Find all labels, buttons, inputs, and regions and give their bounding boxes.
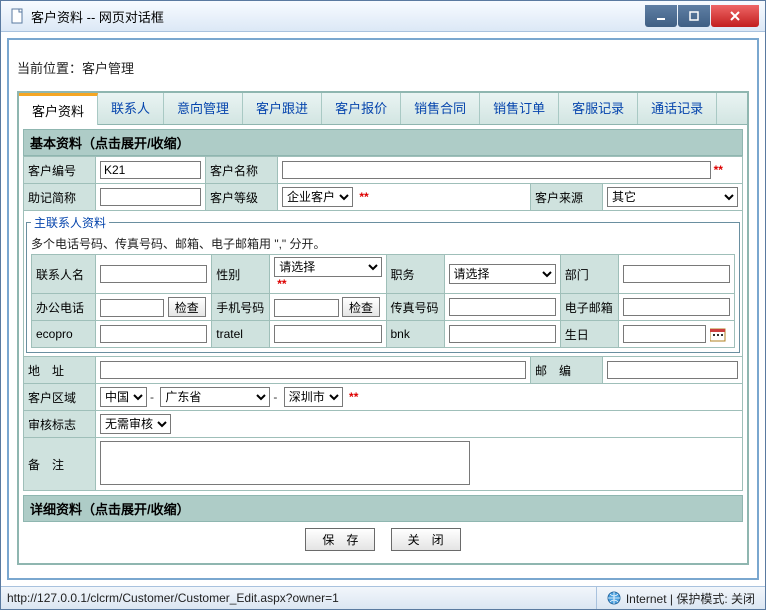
label-remark: 备 注	[24, 438, 96, 491]
calendar-icon[interactable]	[710, 327, 726, 342]
statusbar: http://127.0.0.1/clcrm/Customer/Customer…	[1, 586, 765, 609]
label-source: 客户来源	[530, 184, 602, 211]
status-security: Internet | 保护模式: 关闭	[596, 587, 765, 609]
document-icon	[11, 8, 25, 24]
breadcrumb-value: 客户管理	[82, 61, 134, 76]
globe-icon	[607, 591, 621, 605]
label-fax: 传真号码	[386, 294, 444, 321]
client-area: 当前位置：客户管理 客户资料 联系人 意向管理 客户跟进 客户报价 销售合同 销…	[1, 32, 765, 586]
titlebar: 客户资料 -- 网页对话框	[1, 1, 765, 32]
fax-input[interactable]	[449, 298, 556, 316]
label-contact-name: 联系人名	[32, 255, 96, 294]
contact-table: 联系人名 性别 请选择** 职务 请选择 部门	[31, 254, 735, 348]
section-basic-header[interactable]: 基本资料（点击展开/收缩）	[23, 129, 743, 156]
label-office-phone: 办公电话	[32, 294, 96, 321]
tab-followup[interactable]: 客户跟进	[243, 93, 322, 124]
ecopro-input[interactable]	[100, 325, 207, 343]
label-email: 电子邮箱	[560, 294, 618, 321]
tab-customer-info[interactable]: 客户资料	[19, 93, 98, 125]
remark-textarea[interactable]	[100, 441, 470, 485]
window-controls	[644, 5, 759, 27]
tab-contract[interactable]: 销售合同	[401, 93, 480, 124]
status-security-text: Internet | 保护模式: 关闭	[626, 590, 755, 607]
region-city-select[interactable]: 深圳市	[284, 387, 343, 407]
tab-call-log[interactable]: 通话记录	[638, 93, 717, 124]
label-region: 客户区域	[24, 384, 96, 411]
region-country-select[interactable]: 中国	[100, 387, 147, 407]
mnemonic-input[interactable]	[100, 188, 201, 206]
cust-name-input[interactable]	[282, 161, 711, 179]
label-bnk: bnk	[386, 321, 444, 348]
label-ecopro: ecopro	[32, 321, 96, 348]
tab-intention[interactable]: 意向管理	[164, 93, 243, 124]
region-province-select[interactable]: 广东省	[160, 387, 270, 407]
contact-legend: 主联系人资料	[31, 214, 109, 231]
breadcrumb: 当前位置：客户管理	[9, 40, 757, 85]
tab-content: 基本资料（点击展开/收缩） 客户编号 客户名称 ** 助记简称 客户等级	[17, 125, 749, 565]
label-gender: 性别	[212, 255, 270, 294]
label-mobile: 手机号码	[212, 294, 270, 321]
tab-order[interactable]: 销售订单	[480, 93, 559, 124]
label-level: 客户等级	[206, 184, 278, 211]
source-select[interactable]: 其它	[607, 187, 738, 207]
email-input[interactable]	[623, 298, 730, 316]
label-postcode: 邮 编	[530, 357, 602, 384]
birth-input[interactable]	[623, 325, 707, 343]
inner-frame: 当前位置：客户管理 客户资料 联系人 意向管理 客户跟进 客户报价 销售合同 销…	[7, 38, 759, 580]
label-audit: 审核标志	[24, 411, 96, 438]
position-select[interactable]: 请选择	[449, 264, 556, 284]
basic-info-table: 客户编号 客户名称 ** 助记简称 客户等级 企业客户 ** 客户来源	[23, 156, 743, 491]
address-input[interactable]	[100, 361, 526, 379]
gender-select[interactable]: 请选择	[274, 257, 381, 277]
label-mnemonic: 助记简称	[24, 184, 96, 211]
label-cust-name: 客户名称	[206, 157, 278, 184]
mobile-input[interactable]	[274, 299, 338, 317]
label-tratel: tratel	[212, 321, 270, 348]
window-title: 客户资料 -- 网页对话框	[31, 7, 644, 26]
office-phone-input[interactable]	[100, 299, 164, 317]
tab-contacts[interactable]: 联系人	[98, 93, 164, 124]
status-url: http://127.0.0.1/clcrm/Customer/Customer…	[1, 591, 596, 605]
maximize-button[interactable]	[678, 5, 710, 27]
save-button[interactable]: 保 存	[305, 528, 375, 551]
bnk-input[interactable]	[449, 325, 556, 343]
label-birth: 生日	[560, 321, 618, 348]
cust-no-input[interactable]	[100, 161, 201, 179]
postcode-input[interactable]	[607, 361, 738, 379]
required-mark: **	[274, 277, 286, 291]
close-button[interactable]	[711, 5, 759, 27]
label-position: 职务	[386, 255, 444, 294]
minimize-button[interactable]	[645, 5, 677, 27]
label-cust-no: 客户编号	[24, 157, 96, 184]
label-address: 地 址	[24, 357, 96, 384]
action-buttons: 保 存 关 闭	[23, 522, 743, 557]
tab-service[interactable]: 客服记录	[559, 93, 638, 124]
dialog-window: 客户资料 -- 网页对话框 当前位置：客户管理 客户资料 联系人 意向管理 客户…	[0, 0, 766, 610]
label-dept: 部门	[560, 255, 618, 294]
tab-quote[interactable]: 客户报价	[322, 93, 401, 124]
required-mark: **	[346, 390, 358, 404]
required-mark: **	[356, 190, 368, 204]
contact-hint: 多个电话号码、传真号码、邮箱、电子邮箱用 "," 分开。	[31, 233, 735, 254]
level-select[interactable]: 企业客户	[282, 187, 353, 207]
breadcrumb-label: 当前位置：	[17, 61, 82, 76]
section-detail-header[interactable]: 详细资料（点击展开/收缩）	[23, 495, 743, 522]
tratel-input[interactable]	[274, 325, 381, 343]
dept-input[interactable]	[623, 265, 730, 283]
check-mobile-button[interactable]: 检查	[342, 297, 380, 317]
contact-name-input[interactable]	[100, 265, 207, 283]
main-contact-fieldset: 主联系人资料 多个电话号码、传真号码、邮箱、电子邮箱用 "," 分开。 联系人名…	[26, 214, 740, 353]
required-mark: **	[711, 163, 723, 177]
tabs-wrap: 客户资料 联系人 意向管理 客户跟进 客户报价 销售合同 销售订单 客服记录 通…	[17, 91, 749, 125]
audit-select[interactable]: 无需审核	[100, 414, 171, 434]
tabs: 客户资料 联系人 意向管理 客户跟进 客户报价 销售合同 销售订单 客服记录 通…	[19, 93, 747, 125]
check-office-phone-button[interactable]: 检查	[168, 297, 206, 317]
close-dialog-button[interactable]: 关 闭	[391, 528, 461, 551]
